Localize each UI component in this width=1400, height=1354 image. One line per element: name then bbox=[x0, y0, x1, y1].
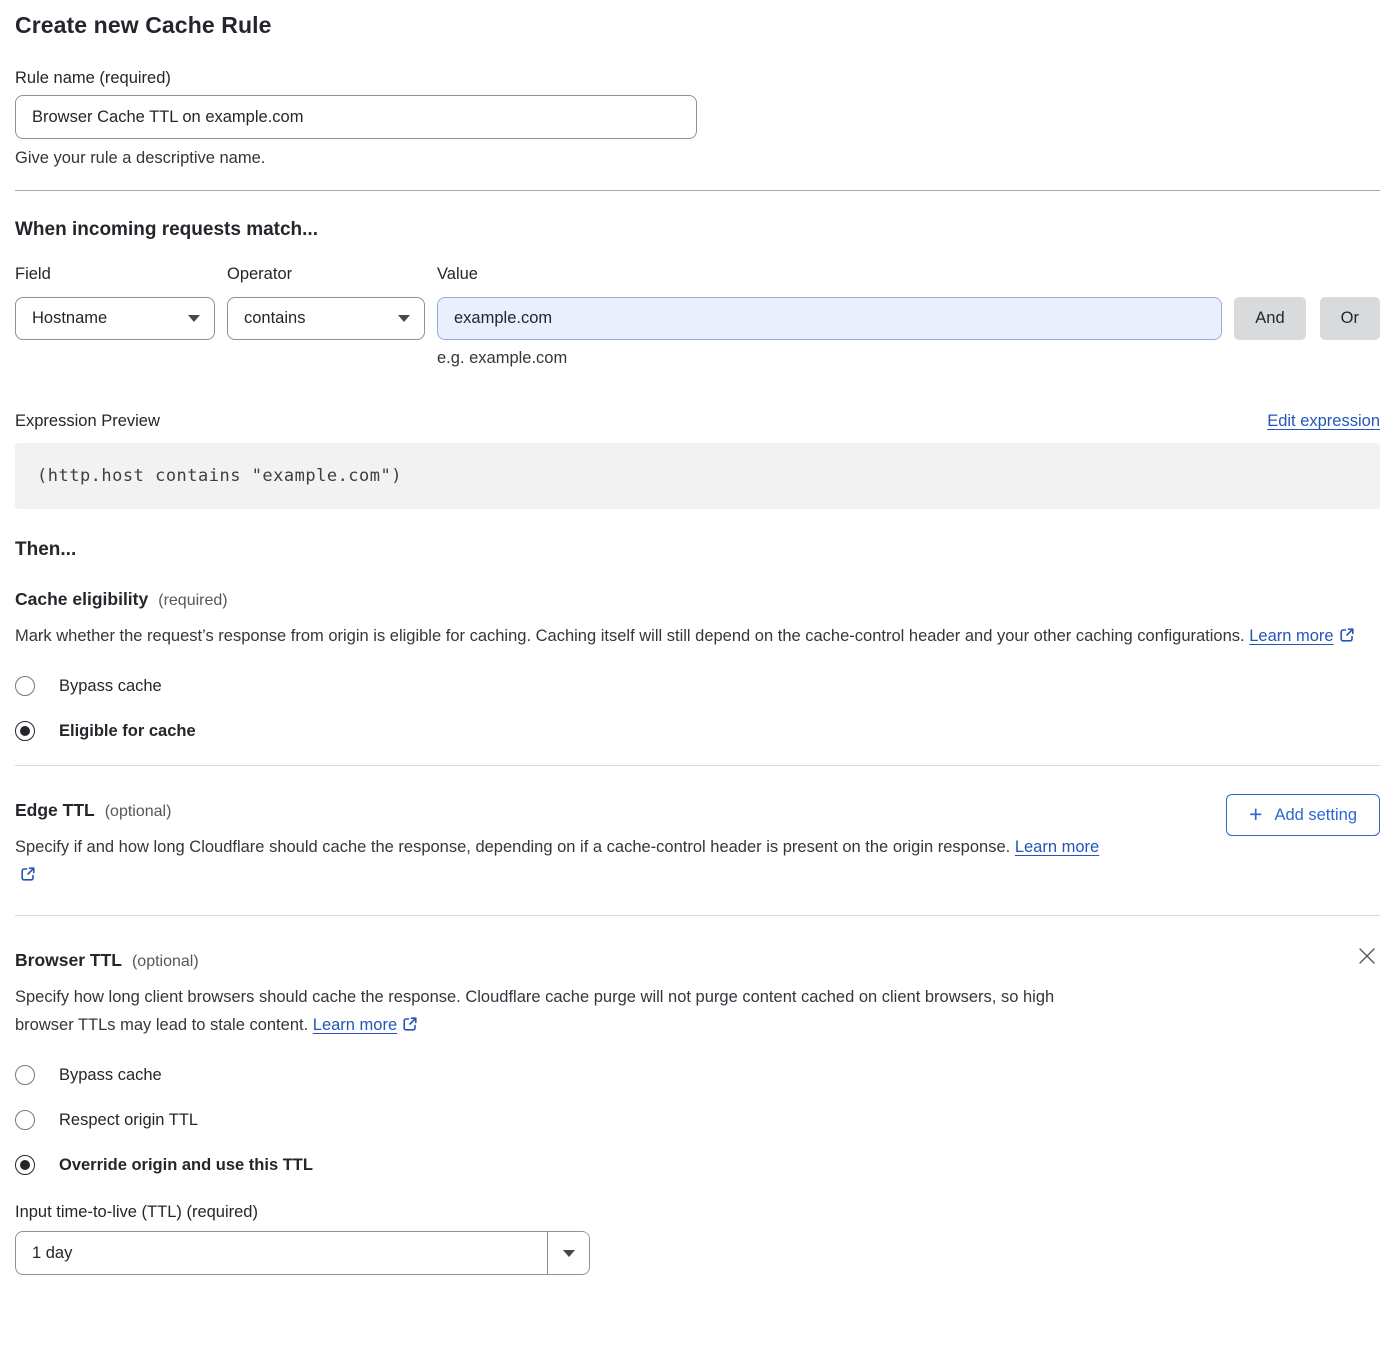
value-hint: e.g. example.com bbox=[437, 349, 1222, 368]
cache-eligibility-title-row: Cache eligibility (required) bbox=[15, 589, 1380, 610]
match-heading: When incoming requests match... bbox=[15, 219, 1380, 241]
value-input[interactable] bbox=[437, 297, 1222, 340]
radio-option-override-origin-ttl[interactable]: Override origin and use this TTL bbox=[15, 1155, 1380, 1175]
edge-ttl-title-row: Edge TTL (optional) bbox=[15, 800, 1115, 821]
browser-ttl-qualifier: (optional) bbox=[132, 953, 199, 971]
chevron-down-icon bbox=[188, 315, 200, 322]
edge-ttl-header: Edge TTL (optional) Specify if and how l… bbox=[15, 792, 1380, 891]
browser-ttl-header: Browser TTL (optional) Specify how long … bbox=[15, 942, 1380, 1041]
field-select-value: Hostname bbox=[32, 309, 107, 328]
external-link-icon bbox=[20, 863, 36, 891]
browser-ttl-description: Specify how long client browsers should … bbox=[15, 983, 1105, 1041]
match-condition-row: Field Hostname Operator contains Value e… bbox=[15, 265, 1380, 368]
page-title: Create new Cache Rule bbox=[15, 12, 1380, 39]
radio-icon-selected[interactable] bbox=[15, 1155, 35, 1175]
rule-name-help: Give your rule a descriptive name. bbox=[15, 149, 1380, 168]
edge-ttl-learn-more-link[interactable]: Learn more bbox=[1015, 838, 1099, 856]
field-label: Field bbox=[15, 265, 215, 289]
cache-eligibility-description: Mark whether the request’s response from… bbox=[15, 622, 1360, 652]
cache-eligibility-qualifier: (required) bbox=[158, 592, 227, 610]
radio-icon[interactable] bbox=[15, 1110, 35, 1130]
then-heading: Then... bbox=[15, 539, 1380, 561]
and-button[interactable]: And bbox=[1234, 297, 1305, 340]
expression-preview-label: Expression Preview bbox=[15, 412, 160, 431]
section-divider bbox=[15, 765, 1380, 766]
add-setting-label: Add setting bbox=[1274, 806, 1357, 825]
edge-ttl-title-block: Edge TTL (optional) Specify if and how l… bbox=[15, 792, 1115, 891]
edge-ttl-description-text: Specify if and how long Cloudflare shoul… bbox=[15, 838, 1010, 856]
browser-ttl-title-block: Browser TTL (optional) Specify how long … bbox=[15, 942, 1105, 1041]
external-link-icon bbox=[402, 1013, 418, 1041]
cache-eligibility-description-text: Mark whether the request’s response from… bbox=[15, 627, 1245, 645]
create-cache-rule-page: Create new Cache Rule Rule name (require… bbox=[0, 0, 1400, 1295]
browser-ttl-title-row: Browser TTL (optional) bbox=[15, 950, 1105, 971]
operator-select[interactable]: contains bbox=[227, 297, 425, 340]
radio-icon[interactable] bbox=[15, 676, 35, 696]
radio-option-label: Override origin and use this TTL bbox=[59, 1156, 313, 1175]
radio-option-eligible-for-cache[interactable]: Eligible for cache bbox=[15, 721, 1380, 741]
radio-option-bypass-cache[interactable]: Bypass cache bbox=[15, 676, 1380, 696]
ttl-select[interactable]: 1 day bbox=[15, 1231, 590, 1275]
edit-expression-link[interactable]: Edit expression bbox=[1267, 412, 1380, 431]
plus-icon: + bbox=[1249, 803, 1262, 826]
radio-option-label: Respect origin TTL bbox=[59, 1111, 198, 1130]
radio-option-respect-origin-ttl[interactable]: Respect origin TTL bbox=[15, 1110, 1380, 1130]
expression-code: (http.host contains "example.com") bbox=[15, 443, 1380, 509]
radio-icon[interactable] bbox=[15, 1065, 35, 1085]
radio-option-label: Bypass cache bbox=[59, 1066, 162, 1085]
radio-icon-selected[interactable] bbox=[15, 721, 35, 741]
expression-preview-row: Expression Preview Edit expression bbox=[15, 412, 1380, 431]
operator-column: Operator contains bbox=[227, 265, 425, 368]
value-column: Value e.g. example.com bbox=[437, 265, 1222, 368]
cache-eligibility-learn-more-link[interactable]: Learn more bbox=[1249, 627, 1333, 645]
cache-eligibility-options: Bypass cache Eligible for cache bbox=[15, 676, 1380, 741]
section-divider bbox=[15, 190, 1380, 191]
browser-ttl-options: Bypass cache Respect origin TTL Override… bbox=[15, 1065, 1380, 1175]
operator-label: Operator bbox=[227, 265, 425, 289]
browser-ttl-learn-more-link[interactable]: Learn more bbox=[313, 1016, 397, 1034]
browser-ttl-title: Browser TTL bbox=[15, 950, 122, 971]
edge-ttl-title: Edge TTL bbox=[15, 800, 95, 821]
radio-option-label: Eligible for cache bbox=[59, 722, 196, 741]
browser-ttl-description-text: Specify how long client browsers should … bbox=[15, 988, 1054, 1034]
value-label: Value bbox=[437, 265, 1222, 289]
edge-ttl-qualifier: (optional) bbox=[105, 803, 172, 821]
or-button[interactable]: Or bbox=[1320, 297, 1380, 340]
field-column: Field Hostname bbox=[15, 265, 215, 368]
ttl-input-label: Input time-to-live (TTL) (required) bbox=[15, 1203, 1380, 1222]
field-select[interactable]: Hostname bbox=[15, 297, 215, 340]
ttl-select-caret-segment[interactable] bbox=[547, 1232, 589, 1274]
remove-browser-ttl-button[interactable] bbox=[1354, 944, 1380, 970]
operator-select-value: contains bbox=[244, 309, 305, 328]
condition-buttons: And Or bbox=[1234, 265, 1380, 368]
radio-option-bypass-cache[interactable]: Bypass cache bbox=[15, 1065, 1380, 1085]
edge-ttl-description: Specify if and how long Cloudflare shoul… bbox=[15, 833, 1115, 891]
section-divider bbox=[15, 915, 1380, 916]
rule-name-label: Rule name (required) bbox=[15, 69, 1380, 88]
close-icon bbox=[1355, 956, 1379, 971]
ttl-select-value: 1 day bbox=[16, 1232, 547, 1274]
radio-option-label: Bypass cache bbox=[59, 677, 162, 696]
cache-eligibility-title: Cache eligibility bbox=[15, 589, 148, 610]
rule-name-input[interactable] bbox=[15, 95, 697, 139]
external-link-icon bbox=[1339, 624, 1355, 652]
chevron-down-icon bbox=[563, 1250, 575, 1257]
add-setting-button[interactable]: + Add setting bbox=[1226, 794, 1380, 836]
chevron-down-icon bbox=[398, 315, 410, 322]
